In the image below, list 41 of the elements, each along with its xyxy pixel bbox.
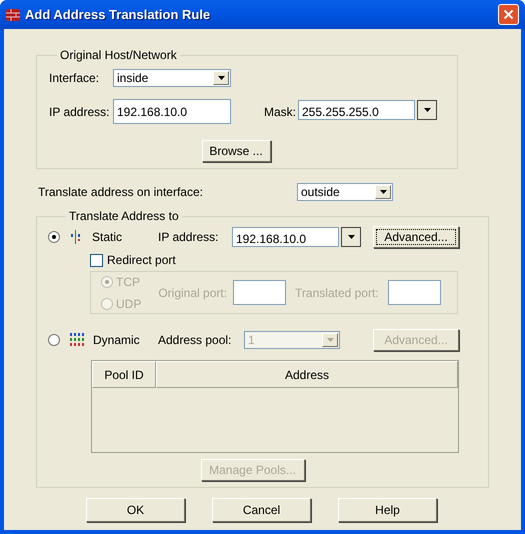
interface-label: Interface: xyxy=(49,70,100,87)
caret-icon xyxy=(326,338,334,342)
mask-dropdown-button[interactable] xyxy=(417,100,437,120)
brick-wall-icon xyxy=(6,8,20,22)
close-icon xyxy=(503,9,514,20)
group-title: Translate Address to xyxy=(69,209,179,223)
mask-label: Mask: xyxy=(264,104,298,120)
dynamic-label: Dynamic xyxy=(93,332,141,349)
window-title: Add Address Translation Rule xyxy=(25,6,212,24)
radio-button[interactable] xyxy=(48,231,60,243)
static-ip-dropdown-button[interactable] xyxy=(341,227,361,247)
translated-port-label: Translated port: xyxy=(295,284,379,302)
address-pool-label: Address pool: xyxy=(158,332,232,349)
redirect-port-label: Redirect port xyxy=(107,252,176,269)
column-header[interactable]: Address xyxy=(156,361,458,388)
dialog-button[interactable]: OK xyxy=(86,498,185,522)
dynamic-nat-icon xyxy=(70,332,84,348)
interface-dropdown[interactable]: inside xyxy=(113,69,231,87)
mask-field[interactable]: 255.255.255.0 xyxy=(298,100,415,120)
dialog-button[interactable]: Help xyxy=(338,498,437,522)
translate-interface-label: Translate address on interface: xyxy=(38,184,204,201)
caret-icon xyxy=(348,235,354,239)
protocol-label: TCP xyxy=(116,274,140,290)
protocol-label: UDP xyxy=(116,296,142,312)
group-title: Original Host/Network xyxy=(60,48,177,62)
caret-icon xyxy=(218,76,224,80)
static-label: Static xyxy=(92,229,124,246)
static-ip-label: IP address: xyxy=(158,229,220,246)
close-button[interactable] xyxy=(498,4,519,25)
browse-button[interactable]: Browse ... xyxy=(202,140,270,162)
caret-icon xyxy=(380,190,386,194)
ip-address-label: IP address: xyxy=(49,104,110,120)
original-port-label: Original port: xyxy=(158,284,228,302)
column-header[interactable]: Pool ID xyxy=(92,361,156,388)
static-ip-field[interactable]: 192.168.10.0 xyxy=(232,227,339,247)
ip-address-field[interactable]: 192.168.10.0 xyxy=(113,99,231,124)
static-nat-icon xyxy=(70,230,82,244)
static-advanced-button[interactable]: Advanced... xyxy=(373,226,459,248)
dialog-button[interactable]: Cancel xyxy=(212,498,311,522)
caret-icon xyxy=(424,108,430,112)
translate-interface-dropdown[interactable]: outside xyxy=(297,183,393,201)
